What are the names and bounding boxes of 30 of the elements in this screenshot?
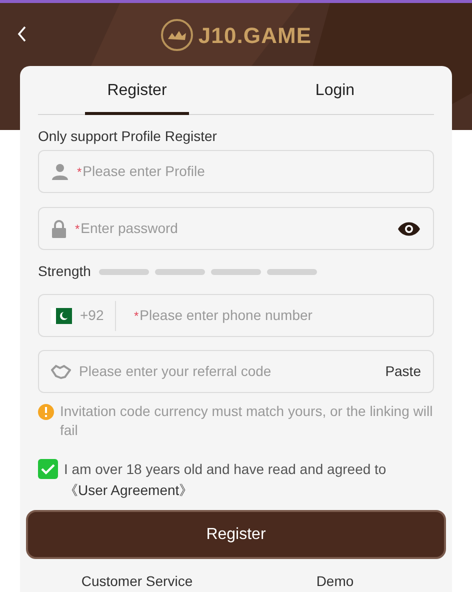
lock-icon bbox=[51, 220, 67, 238]
password-field[interactable]: *Enter password bbox=[38, 207, 434, 250]
tab[interactable]: Register bbox=[38, 66, 236, 114]
customer-service-link[interactable]: Customer Service bbox=[81, 571, 193, 592]
agreement-text: I am over 18 years old and have read and agreed to 《User Agreement》 bbox=[64, 460, 388, 500]
paste-button[interactable]: Paste bbox=[385, 361, 421, 382]
required-mark: * bbox=[134, 308, 139, 324]
password-input[interactable]: Enter password bbox=[80, 218, 389, 239]
phone-field[interactable]: +92 *Please enter phone number bbox=[38, 294, 434, 337]
person-icon bbox=[51, 162, 69, 180]
crown-emblem-icon bbox=[160, 18, 194, 52]
referral-input[interactable]: Please enter your referral code bbox=[79, 361, 378, 382]
phone-input[interactable]: Please enter phone number bbox=[140, 305, 421, 326]
required-mark: * bbox=[75, 220, 80, 238]
profile-field[interactable]: *Please enter Profile bbox=[38, 150, 434, 193]
required-mark: * bbox=[77, 164, 82, 180]
warning-text: Invitation code currency must match yours, or the linking will fail bbox=[60, 402, 434, 440]
agreement-checkbox[interactable] bbox=[38, 459, 58, 479]
flag-icon bbox=[51, 308, 72, 324]
show-password-icon[interactable] bbox=[397, 220, 421, 236]
profile-input[interactable]: Please enter Profile bbox=[82, 161, 421, 182]
notice-text: Only support Profile Register bbox=[38, 128, 218, 144]
logo-text: J10.GAME bbox=[198, 22, 312, 50]
warning-icon bbox=[38, 404, 54, 420]
referral-field[interactable]: Please enter your referral code Paste bbox=[38, 350, 434, 393]
demo-link[interactable]: Demo bbox=[316, 571, 354, 592]
tab[interactable]: Login bbox=[236, 66, 434, 114]
register-button[interactable]: Register bbox=[26, 510, 446, 559]
strength-label: Strength bbox=[38, 262, 91, 281]
user-agreement-link[interactable]: 《User Agreement》 bbox=[64, 482, 194, 498]
